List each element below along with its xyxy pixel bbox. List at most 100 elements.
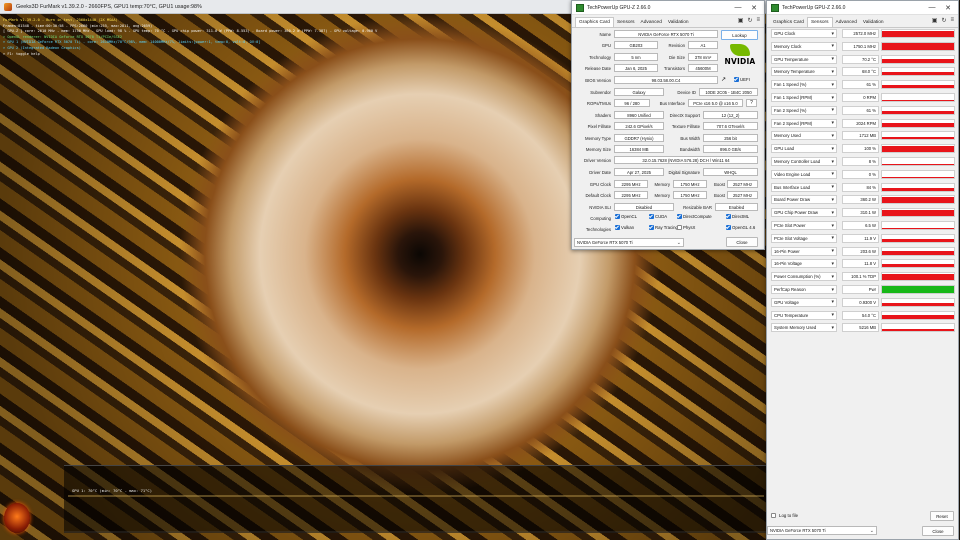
sensor-name-dropdown[interactable]: PerfCap Reason ▾ — [771, 285, 837, 294]
chevron-down-icon: ▾ — [831, 222, 834, 229]
sensor-graph — [881, 67, 955, 77]
gpuz-sensors-titlebar[interactable]: TechPowerUp GPU-Z 2.66.0 — ✕ — [767, 1, 958, 15]
sensor-name-dropdown[interactable]: Memory Controller Load ▾ — [771, 157, 837, 166]
sensor-name-dropdown[interactable]: Fan 1 Speed (%) ▾ — [771, 80, 837, 90]
sensor-value: 1712 MB — [842, 131, 879, 141]
chevron-down-icon: ▾ — [831, 132, 834, 139]
sensor-value: 68.0 °C — [842, 67, 879, 77]
memory-type-label: Memory Type — [585, 136, 611, 141]
sensor-graph-fill — [882, 164, 954, 165]
sensor-name-dropdown[interactable]: 16-Pin Voltage ▾ — [771, 259, 837, 269]
sensor-row: Video Engine Load ▾ 0 % — [771, 169, 955, 181]
help-icon[interactable]: ? — [746, 99, 757, 107]
tab-sensors[interactable]: Sensors — [614, 18, 638, 27]
sensor-graph-fill — [882, 187, 954, 191]
sensor-name-dropdown[interactable]: Board Power Draw ▾ — [771, 195, 837, 205]
chevron-down-icon: ▾ — [831, 209, 834, 216]
sensor-value: 0 % — [842, 169, 879, 179]
camera-icon[interactable]: ▣ — [932, 17, 938, 24]
sensor-name-dropdown[interactable]: GPU Temperature ▾ — [771, 54, 837, 64]
sensor-row: Memory Temperature ▾ 68.0 °C — [771, 66, 955, 78]
refresh-icon[interactable]: ↻ — [941, 17, 946, 24]
temperature-graph-label: GPU 1: 70°C (min: 70°C - max: 71°C) — [72, 488, 153, 493]
chevron-down-icon: ▾ — [831, 235, 834, 242]
gpuz-card-titlebar[interactable]: TechPowerUp GPU-Z 2.66.0 — ✕ — [572, 1, 764, 15]
menu-icon[interactable]: ≡ — [950, 17, 954, 24]
nvidia-sli-field: Disabled — [614, 203, 674, 211]
rops-tmus-label: ROPs/TMUs — [586, 101, 611, 106]
memory-size-field: 16384 MB — [614, 145, 664, 153]
lookup-button[interactable]: Lookup — [721, 30, 758, 40]
sensor-name-dropdown[interactable]: System Memory Used ▾ — [771, 323, 837, 333]
refresh-icon[interactable]: ↻ — [747, 17, 752, 24]
chevron-down-icon: ⌄ — [869, 527, 874, 534]
sensor-name-dropdown[interactable]: CPU Temperature ▾ — [771, 310, 837, 320]
sensor-name-dropdown[interactable]: Memory Temperature ▾ — [771, 67, 837, 77]
sensor-name-dropdown[interactable]: Power Consumption (%) ▾ — [771, 272, 837, 282]
checkbox-icon[interactable] — [771, 513, 776, 518]
sensor-row: GPU Temperature ▾ 70.2 °C — [771, 54, 955, 66]
sensor-name-dropdown[interactable]: PCIe Slot Voltage ▾ — [771, 233, 837, 243]
tab-graphics-card[interactable]: Graphics Card — [575, 17, 614, 27]
subvendor-field: Galaxy — [614, 88, 664, 96]
name-label: Name — [599, 32, 611, 37]
chevron-down-icon: ▾ — [831, 56, 834, 63]
sensor-graph — [881, 221, 955, 230]
sensor-name-dropdown[interactable]: GPU Voltage ▾ — [771, 297, 837, 307]
tab-advanced[interactable]: Advanced — [638, 18, 665, 27]
sensors-gpu-select-dropdown[interactable]: NVIDIA GeForce RTX 5070 Ti ⌄ — [767, 526, 877, 535]
sensor-graph — [881, 323, 955, 333]
sensor-name-dropdown[interactable]: Fan 2 Speed (RPM) ▾ — [771, 118, 837, 128]
minimize-icon[interactable]: — — [924, 1, 940, 14]
log-to-file-checkbox[interactable]: Log to file — [771, 513, 798, 518]
chevron-down-icon: ▾ — [831, 299, 834, 306]
camera-icon[interactable]: ▣ — [738, 17, 744, 24]
sensors-close-button[interactable]: Close — [922, 526, 954, 536]
sensor-name-dropdown[interactable]: GPU Clock ▾ — [771, 29, 837, 38]
rops-tmus-field: 96 / 280 — [614, 99, 650, 107]
sensor-name-dropdown[interactable]: Memory Used ▾ — [771, 131, 837, 141]
default-memory-label: Memory — [654, 193, 670, 198]
sensor-graph-fill — [882, 30, 954, 37]
minimize-icon[interactable]: — — [730, 1, 746, 14]
tab-validation[interactable]: Validation — [860, 18, 887, 27]
driver-date-label: Driver Date — [589, 170, 611, 175]
texture-fillrate-label: Texture Fillrate — [671, 124, 700, 129]
sensor-name-dropdown[interactable]: Fan 2 Speed (%) ▾ — [771, 105, 837, 115]
sensor-name-dropdown[interactable]: 16-Pin Power ▾ — [771, 246, 837, 256]
tab-validation[interactable]: Validation — [665, 18, 692, 27]
sensor-row: GPU Load ▾ 100 % — [771, 143, 955, 155]
tab-sensors[interactable]: Sensors — [806, 17, 833, 27]
sensor-graph — [881, 285, 955, 294]
tab-advanced[interactable]: Advanced — [833, 18, 860, 27]
sensor-value: 84 % — [842, 182, 879, 192]
sensor-graph — [881, 208, 955, 218]
sensor-row: Fan 1 Speed (%) ▾ 61 % — [771, 79, 955, 91]
sensor-name-dropdown[interactable]: Bus Interface Load ▾ — [771, 182, 837, 192]
close-icon[interactable]: ✕ — [940, 1, 956, 14]
gpu-label: GPU — [601, 43, 611, 48]
gpuz-sensors-window-title: TechPowerUp GPU-Z 2.66.0 — [782, 4, 846, 11]
sensor-name-dropdown[interactable]: Fan 1 Speed (RPM) ▾ — [771, 93, 837, 102]
sensor-value: 54.0 °C — [842, 310, 879, 320]
sensor-row: GPU Voltage ▾ 0.9300 V — [771, 297, 955, 309]
sensor-name-dropdown[interactable]: GPU Load ▾ — [771, 144, 837, 154]
revision-label: Revision — [668, 43, 685, 48]
close-icon[interactable]: ✕ — [746, 1, 762, 14]
gpu-select-dropdown[interactable]: NVIDIA GeForce RTX 5070 Ti ⌄ — [574, 238, 684, 247]
sensor-name-dropdown[interactable]: PCIe Slot Power ▾ — [771, 221, 837, 230]
share-icon[interactable]: ↗ — [721, 76, 726, 83]
sensor-name-dropdown[interactable]: Memory Clock ▾ — [771, 41, 837, 51]
reset-button[interactable]: Reset — [930, 511, 954, 521]
sensor-graph-fill — [882, 273, 954, 281]
card-close-button[interactable]: Close — [726, 237, 758, 247]
chevron-down-icon: ▾ — [831, 184, 834, 191]
bandwidth-field: 896.0 GB/s — [703, 145, 758, 153]
furmark-logo — [4, 503, 30, 533]
tab-graphics-card[interactable]: Graphics Card — [770, 18, 807, 27]
menu-icon[interactable]: ≡ — [756, 17, 760, 24]
default-boost-label: Boost — [714, 193, 725, 198]
sensor-name-dropdown[interactable]: GPU Chip Power Draw ▾ — [771, 208, 837, 218]
sensor-graph-fill — [882, 328, 954, 332]
sensor-name-dropdown[interactable]: Video Engine Load ▾ — [771, 169, 837, 179]
